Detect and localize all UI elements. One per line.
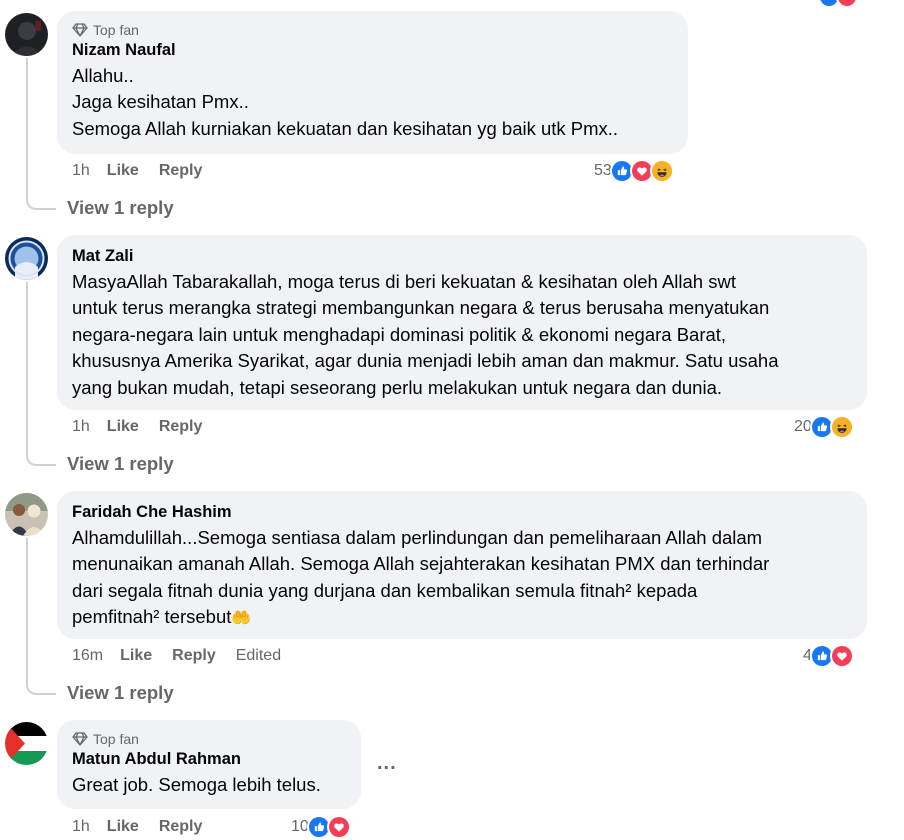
previous-comment-reactions[interactable] [818,0,858,8]
top-fan-badge: Top fan [72,21,673,39]
commenter-name[interactable]: Faridah Che Hashim [72,501,852,523]
palms-up-emoji: 🤲 [231,610,252,628]
commenter-name[interactable]: Mat Zali [72,245,852,267]
comment-bubble: Mat Zali MasyaAllah Tabarakallah, moga t… [57,235,867,410]
reply-connector [26,198,56,210]
comment-bubble: Faridah Che Hashim Alhamdulillah...Semog… [57,491,867,639]
comment-text: MasyaAllah Tabarakallah, moga terus di b… [72,271,779,398]
comment-bubble: Top fan Matun Abdul Rahman Great job. Se… [57,720,361,809]
diamond-icon [72,23,88,37]
haha-reaction-icon [649,159,674,183]
commenter-name[interactable]: Matun Abdul Rahman [72,748,346,770]
comment-timestamp[interactable]: 1h [72,818,90,836]
comment-text: Great job. Semoga lebih telus. [72,774,321,795]
love-reaction-icon [829,644,854,668]
haha-reaction-icon [829,415,854,439]
view-replies-link[interactable]: View 1 reply [67,452,174,476]
comment-actions: 1h Like Reply [72,416,222,438]
reaction-summary[interactable]: 20 [794,414,854,440]
reply-connector [26,683,56,695]
like-button[interactable]: Like [107,818,139,836]
reply-button[interactable]: Reply [159,818,203,836]
avatar[interactable] [5,13,48,56]
thread-line [26,282,28,454]
like-button[interactable]: Like [107,418,139,436]
love-reaction-icon [326,815,351,839]
comment-actions: 16m Like Reply Edited [72,645,301,667]
reply-button[interactable]: Reply [159,418,203,436]
avatar[interactable] [5,237,48,280]
comment-timestamp[interactable]: 16m [72,647,103,665]
reply-button[interactable]: Reply [172,647,216,665]
reply-button[interactable]: Reply [159,162,203,180]
edited-label[interactable]: Edited [236,647,281,665]
reaction-summary[interactable]: 4 [803,643,854,669]
commenter-name[interactable]: Nizam Naufal [72,39,673,61]
avatar[interactable] [5,722,48,765]
view-replies-link[interactable]: View 1 reply [67,196,174,220]
comment-text: Allahu.. Jaga kesihatan Pmx.. Semoga All… [72,65,619,139]
love-reaction-icon [836,0,858,8]
comment-actions: 1h Like Reply [72,816,222,838]
comment-timestamp[interactable]: 1h [72,162,90,180]
view-replies-link[interactable]: View 1 reply [67,681,174,705]
reaction-summary[interactable]: 10 [291,814,351,840]
top-fan-badge: Top fan [72,730,346,748]
more-options-icon[interactable]: ... [377,752,397,775]
thread-line [26,58,28,198]
reply-connector [26,454,56,466]
comment-actions: 1h Like Reply [72,160,222,182]
comment-text: Alhamdulillah...Semoga sentiasa dalam pe… [72,527,770,628]
avatar[interactable] [5,493,48,536]
thread-line [26,538,28,683]
reaction-summary[interactable]: 53 [594,158,674,184]
like-button[interactable]: Like [120,647,152,665]
comment-bubble: Top fan Nizam Naufal Allahu.. Jaga kesih… [57,11,688,154]
comment-timestamp[interactable]: 1h [72,418,90,436]
diamond-icon [72,732,88,746]
like-button[interactable]: Like [107,162,139,180]
